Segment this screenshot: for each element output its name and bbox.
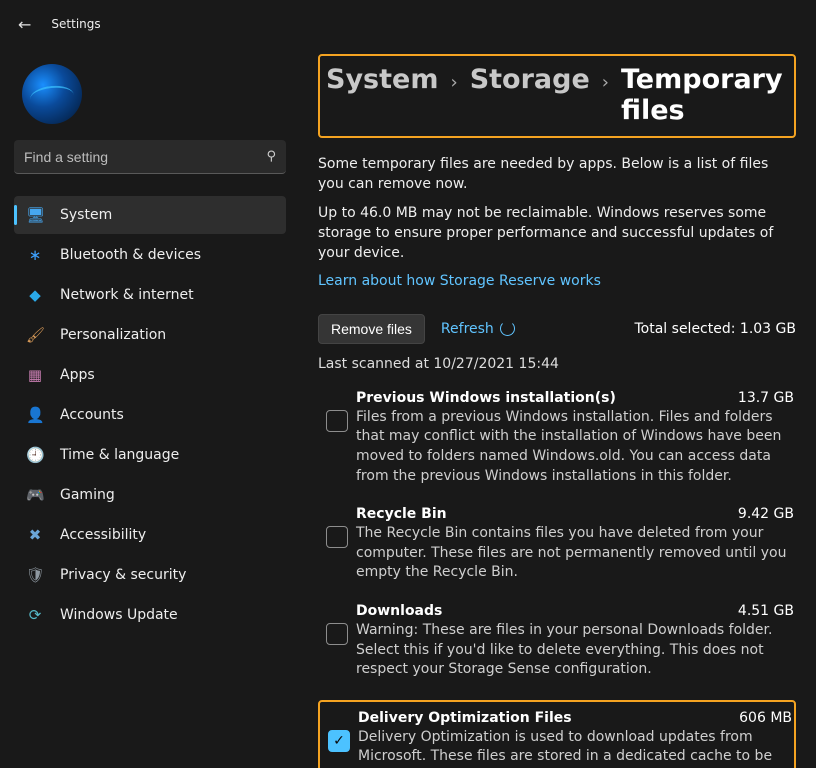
chevron-right-icon: › bbox=[602, 72, 609, 93]
item-body: Downloads 4.51 GB Warning: These are files… bbox=[356, 603, 794, 680]
item-delivery-optimization-checkbox[interactable]: ✓ bbox=[328, 730, 350, 752]
storage-reserve-link[interactable]: Learn about how Storage Reserve works bbox=[318, 271, 796, 291]
item-title: Recycle Bin bbox=[356, 506, 447, 522]
item-delivery-optimization: ✓Delivery Optimization Files606 MBDelive… bbox=[320, 702, 794, 768]
nav-personalization[interactable]: 🖌 Personalization bbox=[14, 316, 286, 354]
search-input[interactable] bbox=[24, 149, 266, 165]
item-recycle-bin-checkbox[interactable] bbox=[326, 526, 348, 548]
item-body: Delivery Optimization Files606 MBDeliver… bbox=[358, 710, 792, 768]
breadcrumb-system[interactable]: System bbox=[326, 64, 438, 95]
item-header: Downloads 4.51 GB bbox=[356, 603, 794, 619]
item-size: 4.51 GB bbox=[728, 603, 794, 619]
nav-privacy-icon: 🛡 bbox=[26, 566, 44, 584]
nav-label: Time & language bbox=[60, 447, 179, 463]
item-header: Delivery Optimization Files 606 MB bbox=[358, 710, 792, 726]
search-icon: ⚲ bbox=[266, 149, 276, 164]
item-recycle-bin-wrap: Recycle Bin 9.42 GB The Recycle Bin contai… bbox=[318, 498, 796, 595]
chevron-right-icon: › bbox=[450, 72, 457, 93]
nav-label: Personalization bbox=[60, 327, 166, 343]
item-size: 606 MB bbox=[729, 710, 792, 726]
nav-accessibility[interactable]: ✖ Accessibility bbox=[14, 516, 286, 554]
nav-label: Privacy & security bbox=[60, 567, 186, 583]
item-description: Warning: These are files in your persona… bbox=[356, 621, 794, 680]
nav-label: System bbox=[60, 207, 112, 223]
nav-bluetooth[interactable]: ∗ Bluetooth & devices bbox=[14, 236, 286, 274]
nav-accounts-icon: 👤 bbox=[26, 406, 44, 424]
item-size: 13.7 GB bbox=[728, 390, 794, 406]
refresh-label: Refresh bbox=[441, 321, 494, 337]
nav-update-icon: ⟳ bbox=[26, 606, 44, 624]
nav-time-icon: 🕘 bbox=[26, 446, 44, 464]
nav-network-icon: ◆ bbox=[26, 286, 44, 304]
titlebar-title: Settings bbox=[51, 17, 100, 31]
item-body: Recycle Bin 9.42 GB The Recycle Bin contai… bbox=[356, 506, 794, 583]
nav-label: Accessibility bbox=[60, 527, 146, 543]
nav-system[interactable]: 🖥 System bbox=[14, 196, 286, 234]
nav-system-icon: 🖥 bbox=[26, 206, 44, 224]
intro-text-1: Some temporary files are needed by apps.… bbox=[318, 154, 796, 195]
sidebar: ⚲ 🖥 System ∗ Bluetooth & devices ◆ Network & … bbox=[0, 48, 300, 768]
nav-apps[interactable]: ▦ Apps bbox=[14, 356, 286, 394]
total-selected: Total selected: 1.03 GB bbox=[635, 321, 797, 337]
temp-files-list: Previous Windows installation(s) 13.7 GB F… bbox=[318, 382, 796, 768]
item-downloads: Downloads 4.51 GB Warning: These are files… bbox=[318, 595, 796, 692]
item-body: Previous Windows installation(s) 13.7 GB F… bbox=[356, 390, 794, 486]
item-title: Delivery Optimization Files bbox=[358, 710, 572, 726]
item-description: Delivery Optimization is used to downloa… bbox=[358, 728, 792, 768]
nav-privacy[interactable]: 🛡 Privacy & security bbox=[14, 556, 286, 594]
item-recycle-bin: Recycle Bin 9.42 GB The Recycle Bin contai… bbox=[318, 498, 796, 595]
nav-label: Windows Update bbox=[60, 607, 178, 623]
item-downloads-wrap: Downloads 4.51 GB Warning: These are files… bbox=[318, 595, 796, 692]
item-description: Files from a previous Windows installati… bbox=[356, 408, 794, 486]
nav-label: Apps bbox=[60, 367, 95, 383]
nav-accessibility-icon: ✖ bbox=[26, 526, 44, 544]
last-scanned: Last scanned at 10/27/2021 15:44 bbox=[318, 356, 796, 372]
titlebar: ← Settings bbox=[0, 0, 816, 48]
user-avatar[interactable] bbox=[22, 64, 82, 124]
intro-text-2: Up to 46.0 MB may not be reclaimable. Wi… bbox=[318, 203, 796, 264]
nav-label: Accounts bbox=[60, 407, 124, 423]
breadcrumb: System › Storage › Temporary files bbox=[318, 54, 796, 138]
item-previous-windows-checkbox[interactable] bbox=[326, 410, 348, 432]
breadcrumb-storage[interactable]: Storage bbox=[470, 64, 590, 95]
nav-apps-icon: ▦ bbox=[26, 366, 44, 384]
nav-bluetooth-icon: ∗ bbox=[26, 246, 44, 264]
breadcrumb-current: Temporary files bbox=[621, 64, 784, 126]
nav-label: Gaming bbox=[60, 487, 115, 503]
refresh-button[interactable]: Refresh bbox=[441, 321, 515, 337]
item-previous-windows-wrap: Previous Windows installation(s) 13.7 GB F… bbox=[318, 382, 796, 498]
nav-list: 🖥 System ∗ Bluetooth & devices ◆ Network & in… bbox=[14, 194, 286, 636]
item-title: Downloads bbox=[356, 603, 442, 619]
nav-update[interactable]: ⟳ Windows Update bbox=[14, 596, 286, 634]
nav-gaming[interactable]: 🎮 Gaming bbox=[14, 476, 286, 514]
remove-files-button[interactable]: Remove files bbox=[318, 314, 425, 344]
main-content: System › Storage › Temporary files Some … bbox=[300, 48, 816, 768]
item-header: Recycle Bin 9.42 GB bbox=[356, 506, 794, 522]
nav-label: Bluetooth & devices bbox=[60, 247, 201, 263]
nav-label: Network & internet bbox=[60, 287, 194, 303]
actions-row: Remove files Refresh Total selected: 1.0… bbox=[318, 314, 796, 344]
nav-time[interactable]: 🕘 Time & language bbox=[14, 436, 286, 474]
item-size: 9.42 GB bbox=[728, 506, 794, 522]
refresh-icon bbox=[500, 321, 515, 336]
nav-gaming-icon: 🎮 bbox=[26, 486, 44, 504]
item-delivery-optimization-wrap: ✓Delivery Optimization Files606 MBDelive… bbox=[318, 700, 796, 768]
nav-accounts[interactable]: 👤 Accounts bbox=[14, 396, 286, 434]
item-previous-windows: Previous Windows installation(s) 13.7 GB F… bbox=[318, 382, 796, 498]
nav-network[interactable]: ◆ Network & internet bbox=[14, 276, 286, 314]
search-box[interactable]: ⚲ bbox=[14, 140, 286, 174]
nav-personalization-icon: 🖌 bbox=[26, 326, 44, 344]
item-downloads-checkbox[interactable] bbox=[326, 623, 348, 645]
item-description: The Recycle Bin contains files you have … bbox=[356, 524, 794, 583]
item-header: Previous Windows installation(s) 13.7 GB bbox=[356, 390, 794, 406]
back-arrow-icon[interactable]: ← bbox=[18, 15, 31, 34]
item-title: Previous Windows installation(s) bbox=[356, 390, 616, 406]
